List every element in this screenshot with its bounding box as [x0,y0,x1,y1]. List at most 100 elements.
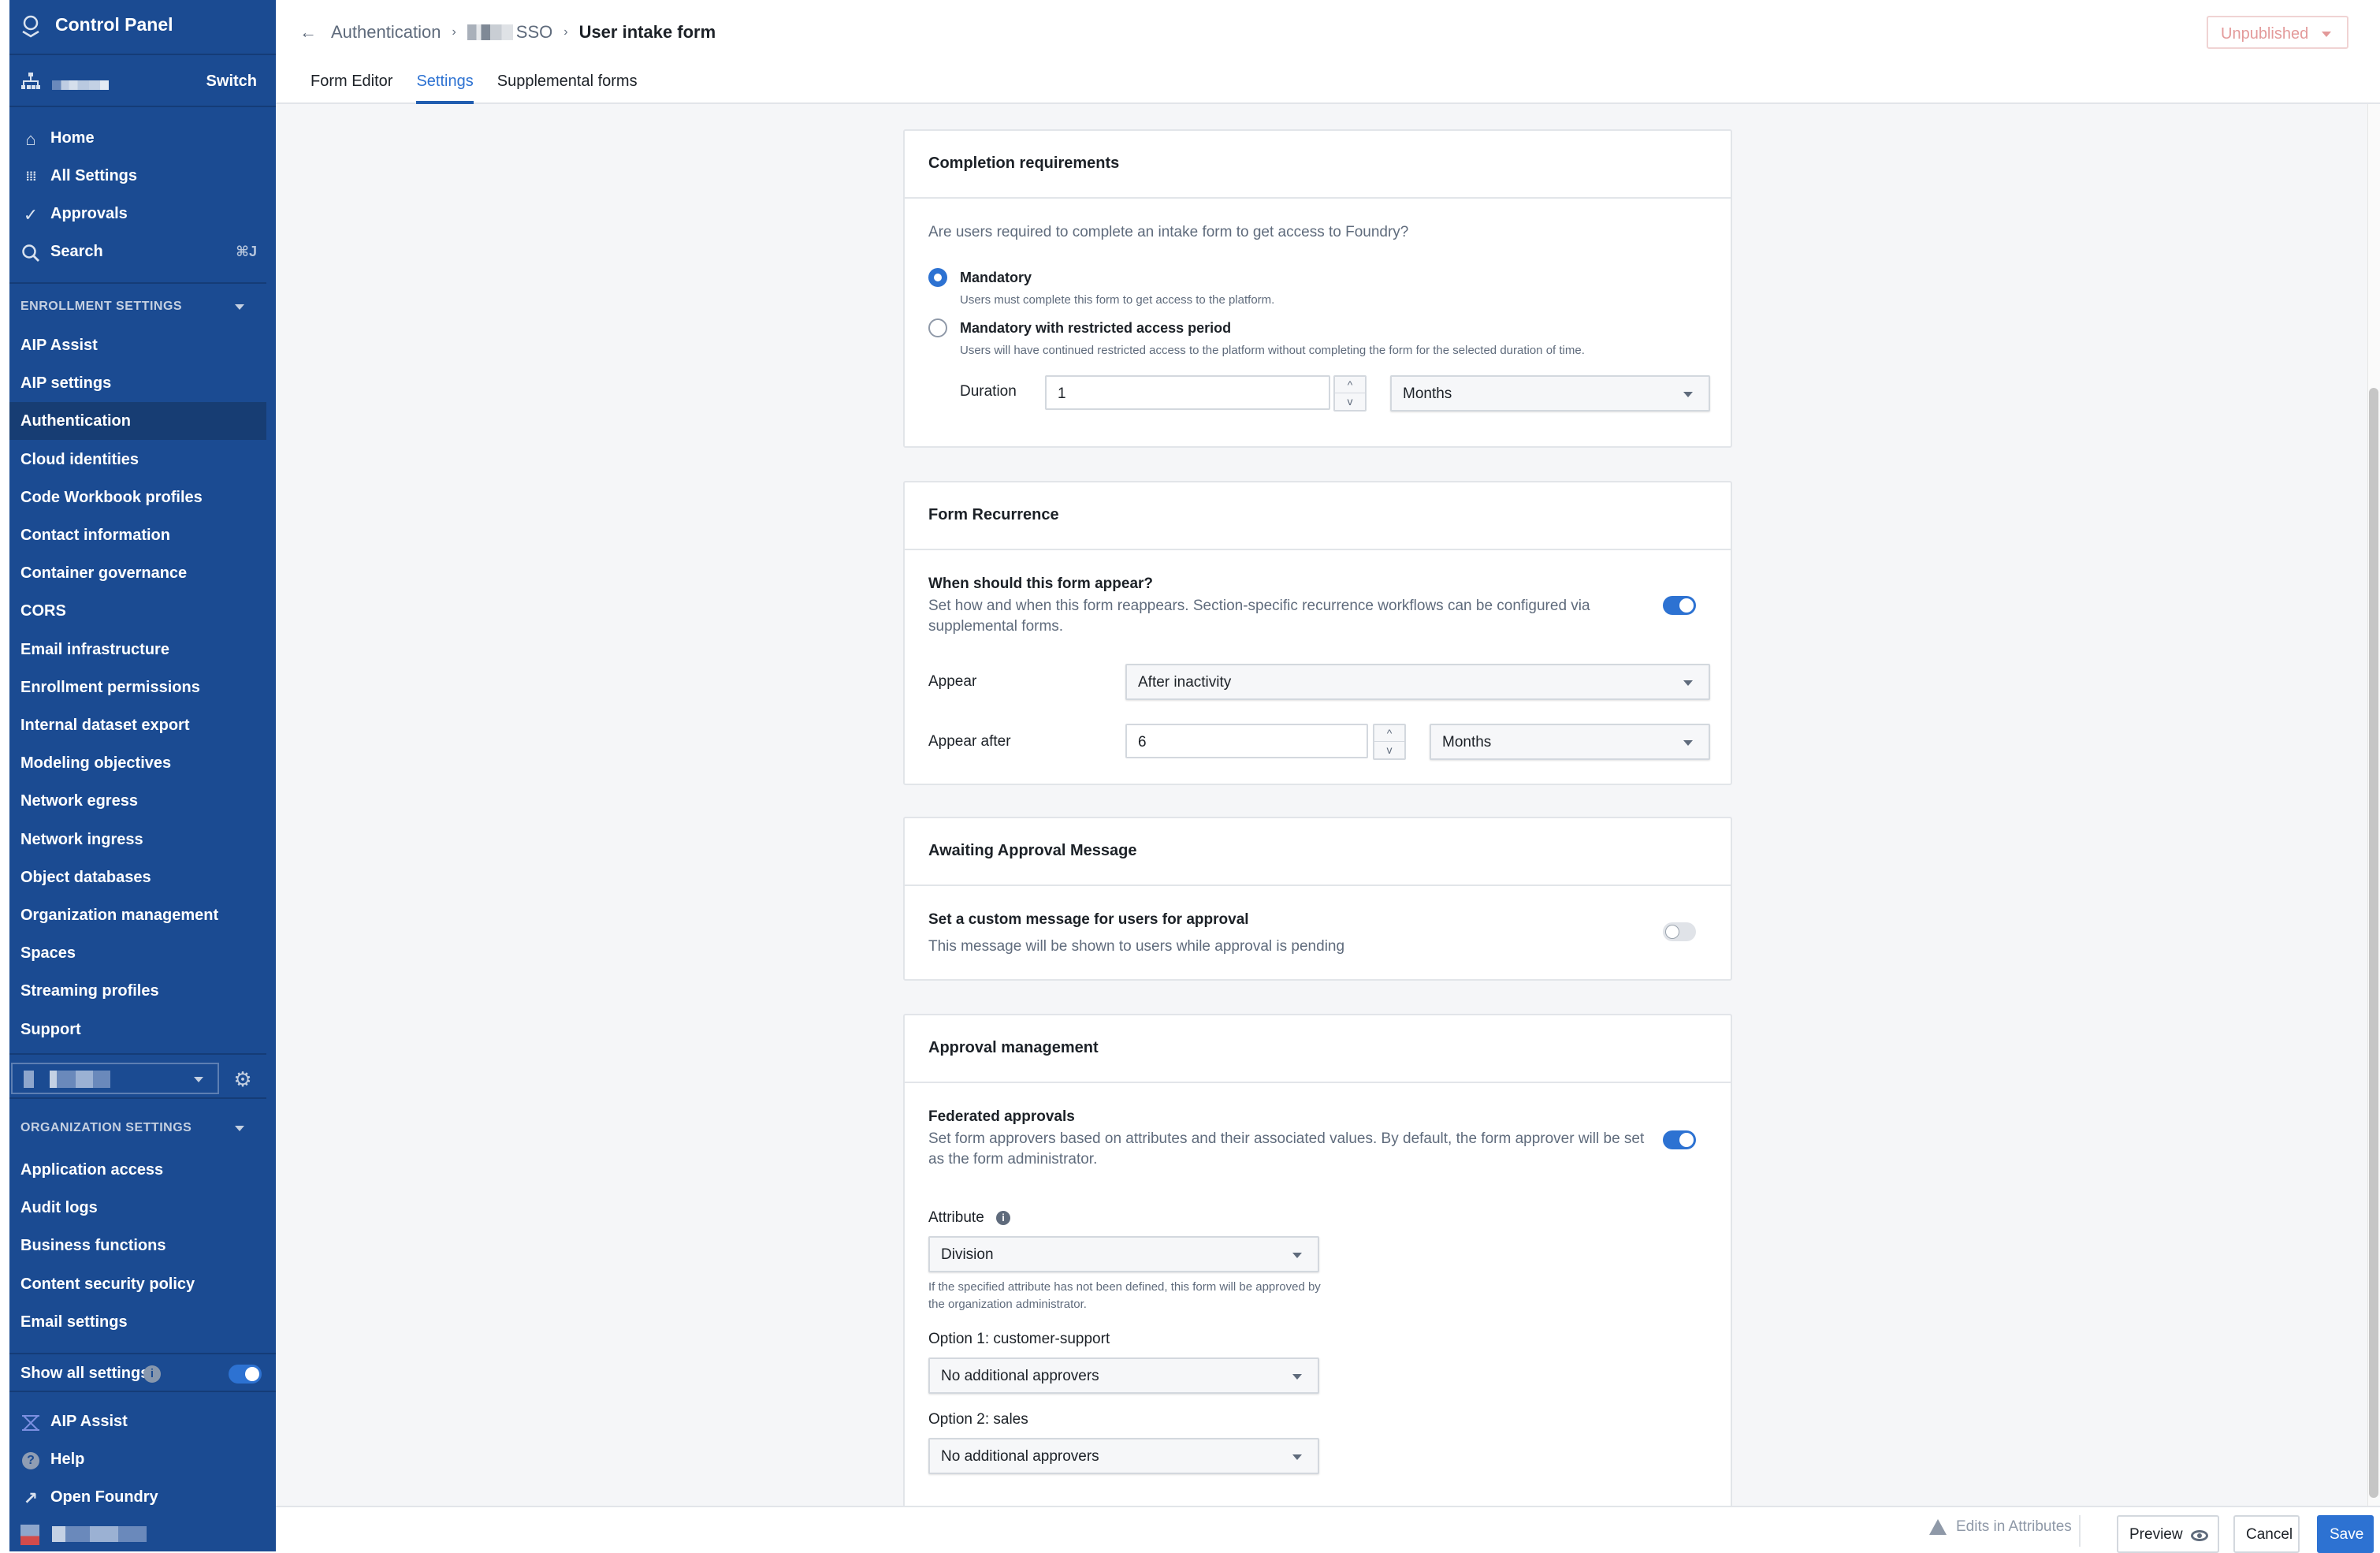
appear-select[interactable]: After inactivity [1125,664,1710,700]
breadcrumb-authentication[interactable]: Authentication [331,22,441,43]
sidebar-item-network-egress[interactable]: Network egress [9,782,266,820]
back-arrow-icon[interactable]: ← [299,22,317,43]
user-account[interactable] [9,1521,276,1551]
sidebar-item-spaces[interactable]: Spaces [9,934,266,972]
option-mandatory-description: Users must complete this form to get acc… [960,293,1275,307]
duration-stepper[interactable]: ^ v [1333,375,1367,412]
sidebar-item-label: Email settings [20,1313,128,1331]
save-button[interactable]: Save [2317,1515,2374,1553]
sidebar-brand[interactable]: Control Panel [9,0,276,55]
tab-settings[interactable]: Settings [416,73,474,104]
appear-after-unit-select[interactable]: Months [1430,724,1710,760]
federated-approvals-toggle[interactable] [1663,1130,1696,1149]
sidebar-nav-label: AIP Assist [50,1413,128,1430]
card-header: Awaiting Approval Message [905,818,1731,886]
sidebar-nav-label: Home [50,129,95,147]
sidebar-nav-label: Search [50,243,103,260]
sidebar-nav-home[interactable]: ⌂ Home [9,120,276,158]
preview-button[interactable]: Preview [2117,1515,2219,1553]
sidebar-item-business-functions[interactable]: Business functions [9,1227,266,1264]
sidebar-item-object-databases[interactable]: Object databases [9,858,266,896]
sidebar-item-enrollment-permissions[interactable]: Enrollment permissions [9,668,266,706]
sidebar-item-aip-assist[interactable]: AIP Assist [9,326,266,364]
attribute-select[interactable]: Division [928,1236,1319,1272]
enrollment-settings-header[interactable]: ENROLLMENT SETTINGS [9,292,276,323]
sidebar-item-label: Email infrastructure [20,640,169,658]
sidebar-item-cors[interactable]: CORS [9,592,266,630]
appear-after-input[interactable]: 6 [1125,724,1368,758]
search-shortcut: ⌘J [236,244,257,259]
sidebar-nav-help[interactable]: ? Help [9,1441,276,1479]
sidebar-nav-label: Approvals [50,205,128,222]
option-1-approvers-select[interactable]: No additional approvers [928,1357,1319,1394]
tab-supplemental-forms[interactable]: Supplemental forms [497,73,638,104]
appear-after-stepper[interactable]: ^ v [1373,724,1406,760]
breadcrumb-current: User intake form [578,22,716,42]
duration-unit-select[interactable]: Months [1390,375,1710,412]
sidebar-item-internal-dataset-export[interactable]: Internal dataset export [9,706,266,744]
sidebar-nav-search[interactable]: Search ⌘J [9,233,276,271]
tab-bar: Form Editor Settings Supplemental forms [311,73,661,104]
chevron-down-icon[interactable]: v [1335,393,1365,410]
info-icon[interactable]: i [996,1211,1010,1225]
gear-icon[interactable]: ⚙ [232,1069,253,1089]
card-header: Form Recurrence [905,482,1731,550]
sidebar-nav-approvals[interactable]: ✓ Approvals [9,196,276,233]
custom-message-description: This message will be shown to users whil… [928,938,1345,955]
sidebar-nav-open-foundry[interactable]: ↗ Open Foundry [9,1479,276,1517]
sidebar-item-organization-management[interactable]: Organization management [9,896,266,934]
sidebar-item-label: Business functions [20,1237,166,1255]
organization-settings-header[interactable]: ORGANIZATION SETTINGS [9,1113,276,1145]
recurrence-toggle[interactable] [1663,596,1696,615]
sidebar-item-aip-settings[interactable]: AIP settings [9,364,266,402]
sidebar-item-container-governance[interactable]: Container governance [9,554,266,592]
sidebar-item-code-workbook-profiles[interactable]: Code Workbook profiles [9,479,266,516]
sidebar-item-label: Streaming profiles [20,982,159,1000]
option-mandatory-label[interactable]: Mandatory [960,270,1032,286]
chevron-up-icon[interactable]: ^ [1335,377,1365,393]
sidebar-nav-all-settings[interactable]: ⁞⁞⁞ All Settings [9,158,276,196]
option-2-approvers-select[interactable]: No additional approvers [928,1438,1319,1474]
toggle-knob [1679,598,1694,613]
radio-mandatory[interactable] [928,268,947,287]
chevron-down-icon [235,304,244,310]
sidebar-item-application-access[interactable]: Application access [9,1151,266,1189]
switch-button[interactable]: Switch [206,73,257,91]
chevron-down-icon[interactable]: v [1374,742,1404,758]
sidebar-item-content-security-policy[interactable]: Content security policy [9,1265,266,1303]
scrollbar-thumb[interactable] [2369,388,2378,1498]
window-edge [0,0,9,1551]
publish-status-dropdown[interactable]: Unpublished [2207,16,2348,49]
edits-warning-text: Edits in Attributes [1956,1518,2072,1535]
custom-message-toggle[interactable] [1663,922,1696,941]
tab-form-editor[interactable]: Form Editor [311,73,392,104]
sidebar-item-authentication[interactable]: Authentication [9,402,266,441]
sidebar-item-label: Contact information [20,527,170,544]
page-header: ← Authentication › SSO › User intake for… [276,0,2380,104]
toggle-knob [1665,925,1679,939]
sidebar-item-email-infrastructure[interactable]: Email infrastructure [9,631,266,668]
sidebar-item-label: Support [20,1020,81,1038]
radio-mandatory-restricted[interactable] [928,318,947,337]
sidebar-item-audit-logs[interactable]: Audit logs [9,1189,266,1227]
org-switcher: Switch [9,57,276,107]
info-icon[interactable]: i [143,1365,161,1383]
cancel-button[interactable]: Cancel [2233,1515,2300,1553]
chevron-down-icon [1292,1374,1302,1380]
sidebar-item-support[interactable]: Support [9,1011,266,1048]
sidebar-item-contact-information[interactable]: Contact information [9,516,266,554]
sidebar-item-email-settings[interactable]: Email settings [9,1303,266,1341]
sidebar-item-cloud-identities[interactable]: Cloud identities [9,441,266,479]
sidebar-nav-aip-assist[interactable]: AIP Assist [9,1403,276,1441]
organization-select[interactable] [11,1063,219,1094]
chevron-up-icon[interactable]: ^ [1374,725,1404,742]
chevron-down-icon [2322,32,2331,37]
sidebar-item-network-ingress[interactable]: Network ingress [9,821,266,858]
sidebar-item-modeling-objectives[interactable]: Modeling objectives [9,744,266,782]
option-restricted-label[interactable]: Mandatory with restricted access period [960,320,1231,337]
grid-icon: ⁞⁞⁞ [25,170,37,184]
sidebar-item-streaming-profiles[interactable]: Streaming profiles [9,972,266,1010]
duration-input[interactable]: 1 [1045,375,1330,410]
show-all-settings-toggle[interactable] [229,1365,262,1384]
breadcrumb-sso[interactable]: SSO [516,22,552,43]
